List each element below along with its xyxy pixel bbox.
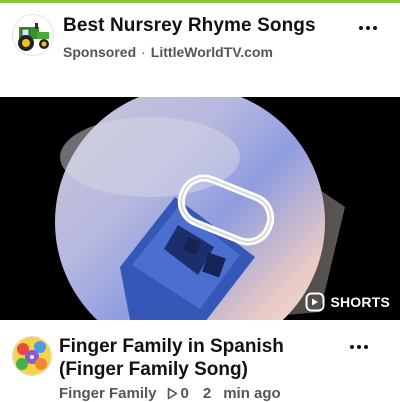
view-count: 0 xyxy=(167,385,189,402)
more-dot-icon xyxy=(373,26,377,30)
meta-separator: · xyxy=(141,44,146,60)
more-dot-icon xyxy=(357,345,361,349)
sponsored-label: Sponsored xyxy=(63,44,137,60)
more-dot-icon xyxy=(366,26,370,30)
floppy-disk-icon xyxy=(55,97,345,320)
more-dot-icon xyxy=(350,345,354,349)
shorts-icon xyxy=(305,292,325,312)
upload-age: 2 min ago xyxy=(203,385,281,402)
more-dot-icon xyxy=(359,26,363,30)
ad-avatar[interactable] xyxy=(12,14,54,56)
video-more-options-button[interactable] xyxy=(345,337,373,357)
ad-title[interactable]: Best Nursrey Rhyme Songs xyxy=(63,15,316,37)
play-outline-icon xyxy=(167,387,177,400)
more-dot-icon xyxy=(364,345,368,349)
tractor-icon xyxy=(13,15,53,55)
channel-avatar[interactable] xyxy=(12,336,52,376)
video-title[interactable]: Finger Family in Spanish (Finger Family … xyxy=(59,335,324,381)
channel-name[interactable]: Finger Family xyxy=(59,385,157,402)
video-meta: Finger Family 0 2 min ago xyxy=(59,385,281,402)
shorts-label: SHORTS xyxy=(330,294,390,310)
shorts-badge: SHORTS xyxy=(305,292,390,312)
upload-age-count: 2 xyxy=(202,385,212,402)
channel-avatar-image xyxy=(13,337,51,375)
ad-meta: Sponsored · LittleWorldTV.com xyxy=(63,44,273,60)
upload-age-unit: min ago xyxy=(223,385,281,402)
video-thumbnail[interactable]: SHORTS xyxy=(0,97,400,320)
view-count-value: 0 xyxy=(180,385,189,402)
ad-more-options-button[interactable] xyxy=(354,18,382,38)
ad-domain-link[interactable]: LittleWorldTV.com xyxy=(151,44,273,60)
top-accent-line xyxy=(0,0,400,3)
